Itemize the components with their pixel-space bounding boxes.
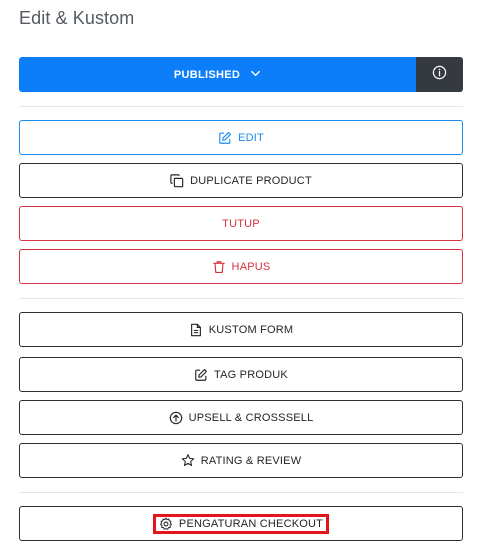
published-label: PUBLISHED [173, 68, 241, 81]
duplicate-product-button[interactable]: DUPLICATE PRODUCT [19, 163, 463, 198]
highlight-box: PENGATURAN CHECKOUT [152, 513, 330, 534]
duplicate-product-label: DUPLICATE PRODUCT [190, 174, 312, 187]
divider [19, 298, 463, 299]
published-status-dropdown[interactable]: PUBLISHED [19, 57, 416, 92]
pengaturan-checkout-button[interactable]: PENGATURAN CHECKOUT [19, 506, 463, 541]
chevron-down-icon [250, 68, 261, 82]
edit-button[interactable]: EDIT [19, 120, 463, 155]
info-icon [432, 65, 447, 85]
edit-icon [194, 368, 208, 382]
hapus-button[interactable]: HAPUS [19, 249, 463, 284]
edit-label: EDIT [238, 131, 264, 144]
page-title: Edit & Kustom [19, 8, 135, 28]
upsell-crosssell-button[interactable]: UPSELL & CROSSSELL [19, 400, 463, 435]
tutup-button[interactable]: TUTUP [19, 206, 463, 241]
upsell-crosssell-label: UPSELL & CROSSSELL [188, 411, 314, 424]
copy-icon [170, 173, 184, 188]
gear-icon [159, 517, 173, 531]
divider [19, 492, 463, 493]
pengaturan-checkout-label: PENGATURAN CHECKOUT [178, 517, 324, 530]
edit-icon [218, 131, 232, 145]
arrow-up-circle-icon [169, 411, 183, 425]
kustom-form-button[interactable]: KUSTOM FORM [19, 312, 463, 347]
tutup-label: TUTUP [222, 217, 260, 230]
rating-review-button[interactable]: RATING & REVIEW [19, 443, 463, 478]
tag-produk-button[interactable]: TAG PRODUK [19, 357, 463, 392]
document-icon [189, 323, 203, 337]
divider [19, 106, 463, 107]
rating-review-label: RATING & REVIEW [200, 454, 302, 467]
publish-controls: PUBLISHED [19, 57, 463, 92]
kustom-form-label: KUSTOM FORM [208, 323, 294, 336]
tag-produk-label: TAG PRODUK [214, 368, 288, 381]
star-icon [181, 454, 195, 468]
info-button[interactable] [416, 57, 463, 92]
hapus-label: HAPUS [231, 260, 271, 273]
trash-icon [212, 260, 226, 274]
